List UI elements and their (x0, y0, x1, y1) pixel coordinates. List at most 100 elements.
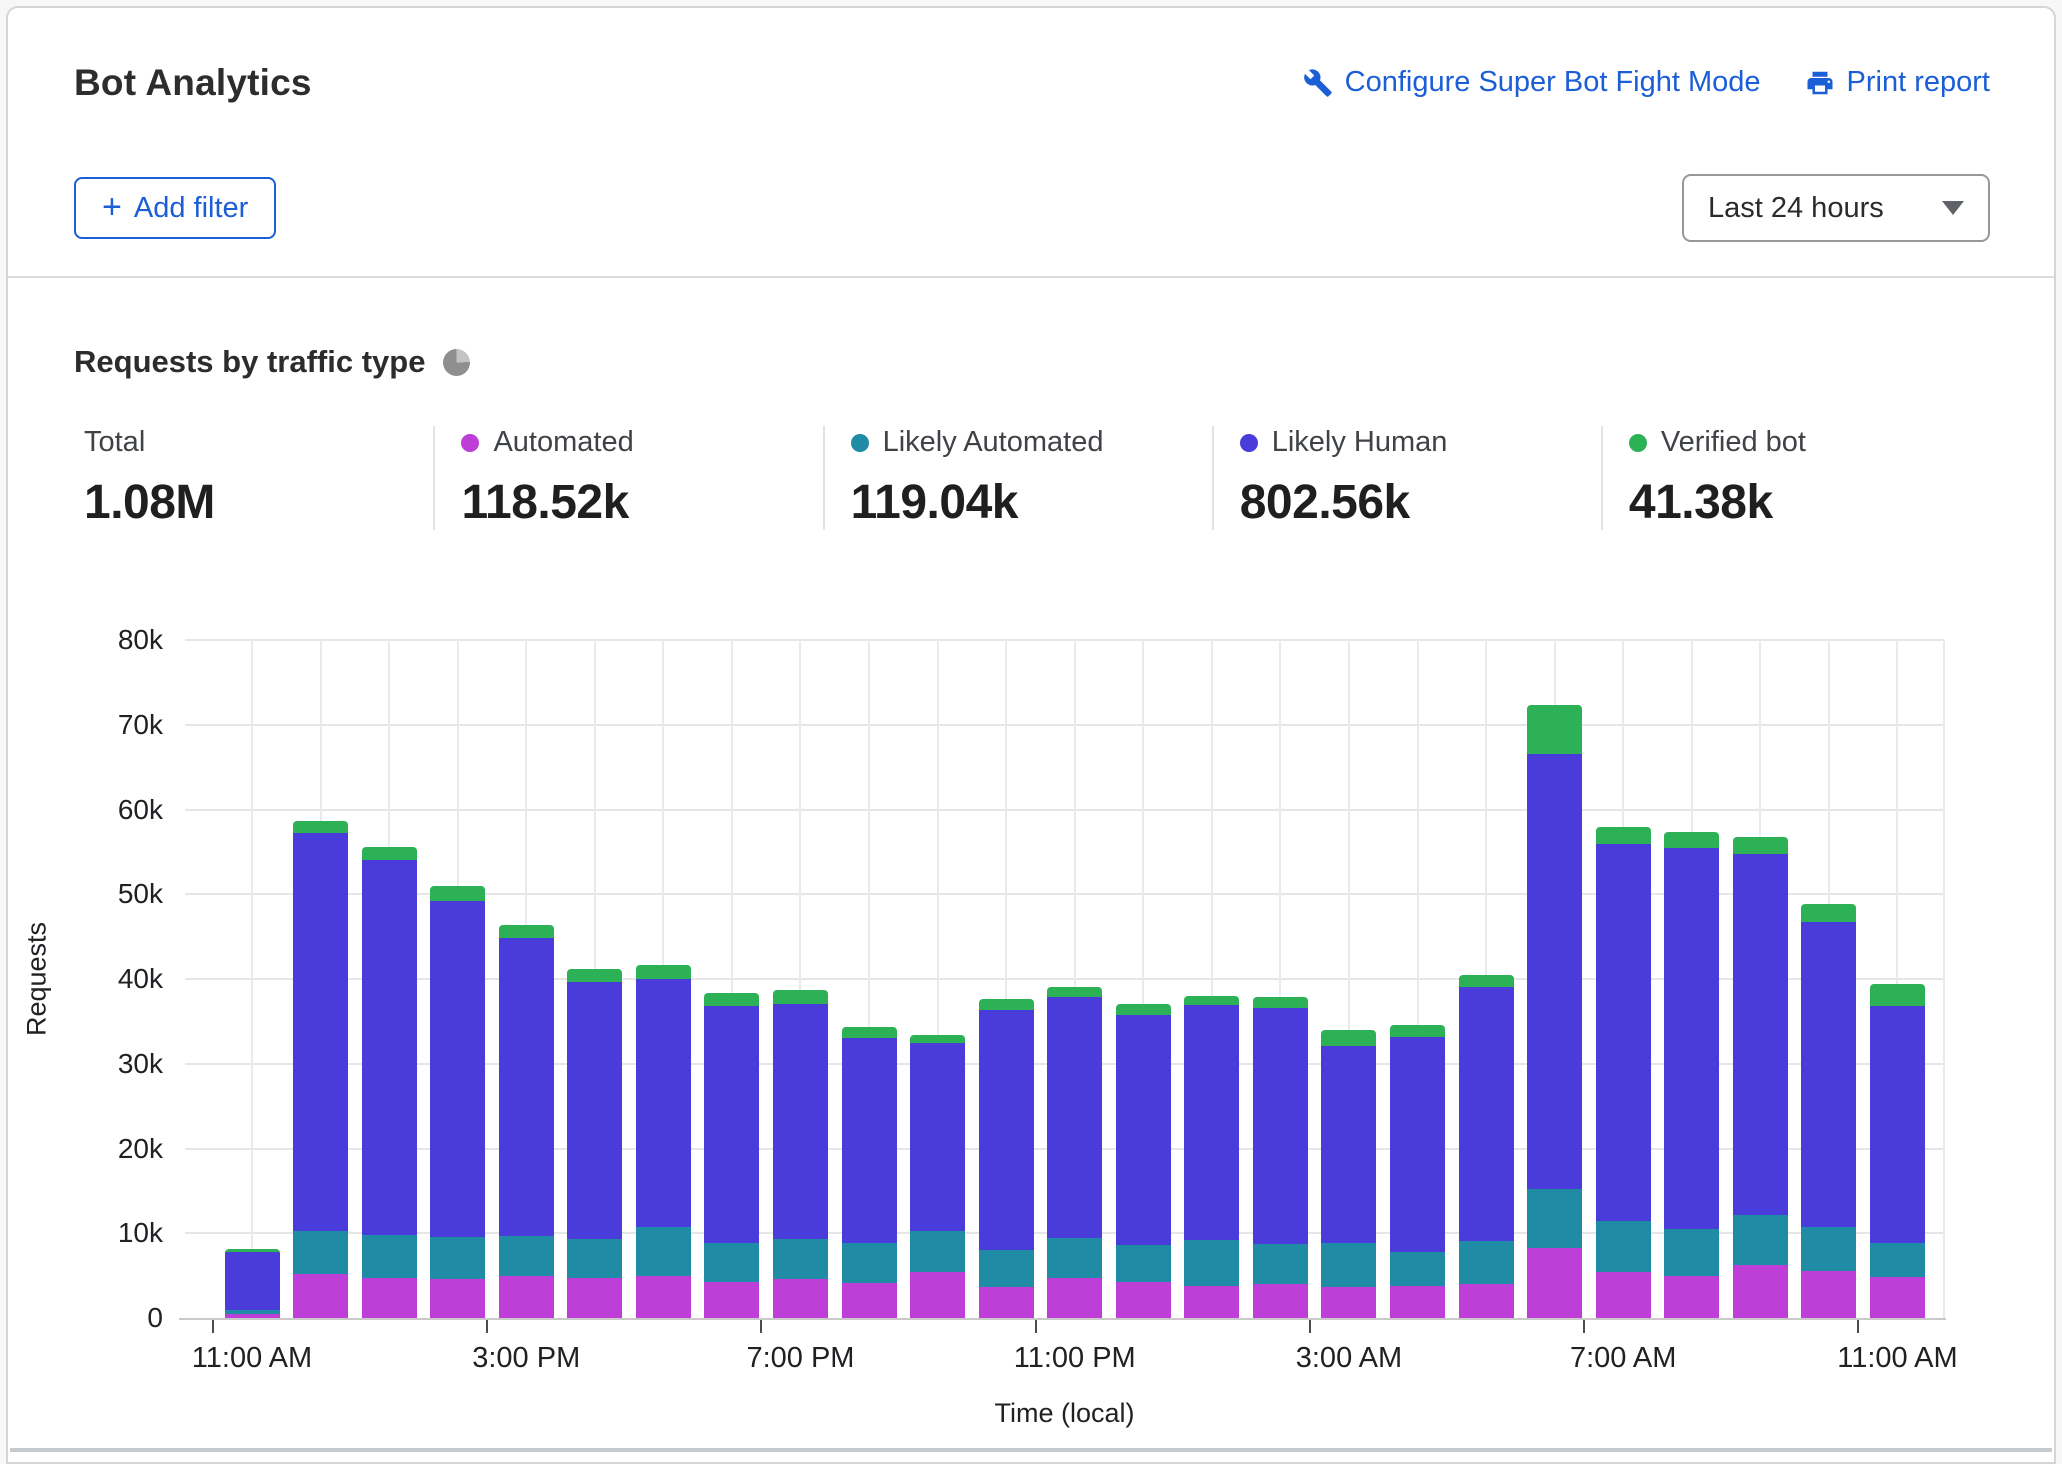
bar-segment-verified-bot (1116, 1004, 1171, 1015)
y-tick-label: 70k (43, 708, 163, 742)
bar[interactable] (979, 999, 1034, 1319)
bar[interactable] (499, 925, 554, 1318)
bar[interactable] (773, 990, 828, 1318)
x-tick-label: 11:00 PM (955, 1342, 1195, 1375)
bar-segment-verified-bot (1527, 705, 1582, 754)
bar-segment-automated (842, 1283, 897, 1318)
h-gridline (185, 639, 1944, 641)
bar-segment-likely-human (910, 1043, 965, 1230)
x-tick-label: 7:00 AM (1503, 1342, 1743, 1375)
bar-segment-likely-human (704, 1006, 759, 1242)
bar-segment-likely-automated (1116, 1245, 1171, 1282)
bar[interactable] (567, 969, 622, 1318)
plot-area: 010k20k30k40k50k60k70k80k11:00 AM3:00 PM… (185, 640, 1944, 1318)
bar[interactable] (1253, 997, 1308, 1318)
bar-segment-likely-human (1390, 1037, 1445, 1252)
time-range-dropdown[interactable]: Last 24 hours (1682, 174, 1990, 242)
bar-segment-likely-human (1527, 754, 1582, 1189)
bar[interactable] (1184, 996, 1239, 1318)
bar-segment-verified-bot (1390, 1025, 1445, 1037)
bar[interactable] (225, 1249, 280, 1318)
legend-dot (1240, 434, 1258, 452)
bar[interactable] (1733, 837, 1788, 1318)
bar-segment-likely-human (430, 901, 485, 1237)
stat-label: Total (84, 426, 433, 459)
bar[interactable] (1527, 705, 1582, 1318)
legend-dot (1629, 434, 1647, 452)
bar-segment-verified-bot (1459, 975, 1514, 988)
configure-super-bot-fight-mode-link[interactable]: Configure Super Bot Fight Mode (1303, 66, 1761, 99)
bar-segment-automated (1390, 1286, 1445, 1318)
bar[interactable] (1047, 987, 1102, 1318)
bar-segment-likely-human (773, 1004, 828, 1239)
bar[interactable] (1596, 827, 1651, 1318)
bar[interactable] (636, 965, 691, 1318)
bar-segment-likely-automated (1321, 1243, 1376, 1287)
h-gridline (185, 724, 1944, 726)
bar-segment-automated (1527, 1248, 1582, 1317)
bar[interactable] (1321, 1030, 1376, 1318)
stat-label: Likely Human (1240, 426, 1601, 459)
page-title: Bot Analytics (74, 62, 312, 104)
print-report-link[interactable]: Print report (1805, 66, 1990, 99)
plot-right-edge (1943, 640, 1945, 1318)
bar[interactable] (362, 847, 417, 1318)
print-link-label: Print report (1847, 66, 1990, 99)
bar-segment-likely-automated (1184, 1240, 1239, 1286)
pie-chart-icon (443, 349, 470, 376)
plus-icon: + (102, 190, 122, 224)
y-tick-label: 20k (43, 1132, 163, 1166)
printer-icon (1805, 68, 1835, 98)
bar[interactable] (1390, 1025, 1445, 1318)
bar-segment-automated (1459, 1284, 1514, 1318)
bar-segment-likely-automated (1801, 1227, 1856, 1270)
bar[interactable] (1459, 975, 1514, 1318)
legend-dot (461, 434, 479, 452)
x-tick-label: 3:00 AM (1229, 1342, 1469, 1375)
header-divider (8, 276, 2054, 278)
stat-value: 1.08M (84, 475, 433, 530)
bar-segment-likely-automated (1459, 1241, 1514, 1284)
bar[interactable] (910, 1035, 965, 1318)
bar-segment-verified-bot (1047, 987, 1102, 996)
bar-segment-likely-human (225, 1252, 280, 1310)
stat-verified-bot: Verified bot41.38k (1601, 426, 1990, 530)
bar[interactable] (1664, 832, 1719, 1318)
bar[interactable] (293, 821, 348, 1318)
requests-chart: 010k20k30k40k50k60k70k80k11:00 AM3:00 PM… (8, 588, 2054, 1438)
x-tick (760, 1320, 762, 1333)
bar-segment-likely-automated (430, 1237, 485, 1279)
bar[interactable] (1801, 904, 1856, 1318)
x-tick-label: 3:00 PM (406, 1342, 646, 1375)
bar-segment-automated (1253, 1284, 1308, 1318)
bar[interactable] (1870, 984, 1925, 1318)
bar-segment-likely-automated (1253, 1244, 1308, 1284)
bar-segment-likely-automated (636, 1227, 691, 1276)
x-tick (1035, 1320, 1037, 1333)
x-tick (1309, 1320, 1311, 1333)
wrench-icon (1303, 68, 1333, 98)
bar[interactable] (704, 993, 759, 1318)
bar-segment-likely-human (636, 979, 691, 1227)
bar-segment-likely-human (1253, 1008, 1308, 1244)
bar-segment-likely-human (979, 1010, 1034, 1251)
add-filter-button[interactable]: + Add filter (74, 177, 276, 239)
configure-link-label: Configure Super Bot Fight Mode (1345, 66, 1761, 99)
bar-segment-verified-bot (842, 1027, 897, 1038)
bar[interactable] (842, 1027, 897, 1318)
stat-value: 119.04k (851, 475, 1212, 530)
bar-segment-likely-human (1733, 854, 1788, 1215)
bar[interactable] (1116, 1004, 1171, 1318)
bar-segment-automated (225, 1314, 280, 1318)
x-tick (1583, 1320, 1585, 1333)
stat-automated: Automated118.52k (433, 426, 822, 530)
bar-segment-verified-bot (567, 969, 622, 982)
bar-segment-likely-human (1321, 1046, 1376, 1243)
bar-segment-automated (430, 1279, 485, 1318)
y-tick-label: 60k (43, 793, 163, 827)
bar-segment-verified-bot (1321, 1030, 1376, 1046)
bar-segment-likely-automated (910, 1231, 965, 1273)
bar-segment-likely-automated (1390, 1252, 1445, 1286)
bar[interactable] (430, 886, 485, 1318)
bar-segment-likely-human (1459, 987, 1514, 1240)
